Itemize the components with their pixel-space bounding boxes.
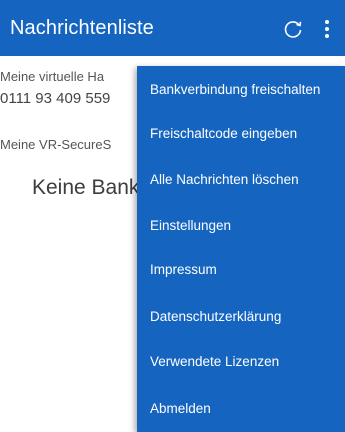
menu-item-datenschutzerklaerung[interactable]: Datenschutzerklärung [150,309,281,325]
empty-state-text: Keine Bank [32,176,140,199]
account-number: 0111 93 409 559 [0,90,111,107]
page-title: Nachrichtenliste [10,17,154,39]
menu-item-freischaltcode-eingeben[interactable]: Freischaltcode eingeben [150,126,297,142]
menu-item-abmelden[interactable]: Abmelden [150,401,211,417]
more-vert-icon[interactable] [323,19,331,39]
menu-item-alle-nachrichten-loeschen[interactable]: Alle Nachrichten löschen [150,172,299,188]
refresh-icon[interactable] [283,19,303,39]
menu-item-einstellungen[interactable]: Einstellungen [150,218,231,234]
overflow-menu: Bankverbindung freischalten Freischaltco… [137,66,345,432]
secure-label: Meine VR-SecureS [0,137,112,152]
app-bar: Nachrichtenliste [0,0,345,56]
menu-item-bankverbindung-freischalten[interactable]: Bankverbindung freischalten [150,82,320,98]
menu-item-impressum[interactable]: Impressum [150,262,217,278]
menu-item-verwendete-lizenzen[interactable]: Verwendete Lizenzen [150,354,279,370]
account-label: Meine virtuelle Ha [0,69,105,84]
